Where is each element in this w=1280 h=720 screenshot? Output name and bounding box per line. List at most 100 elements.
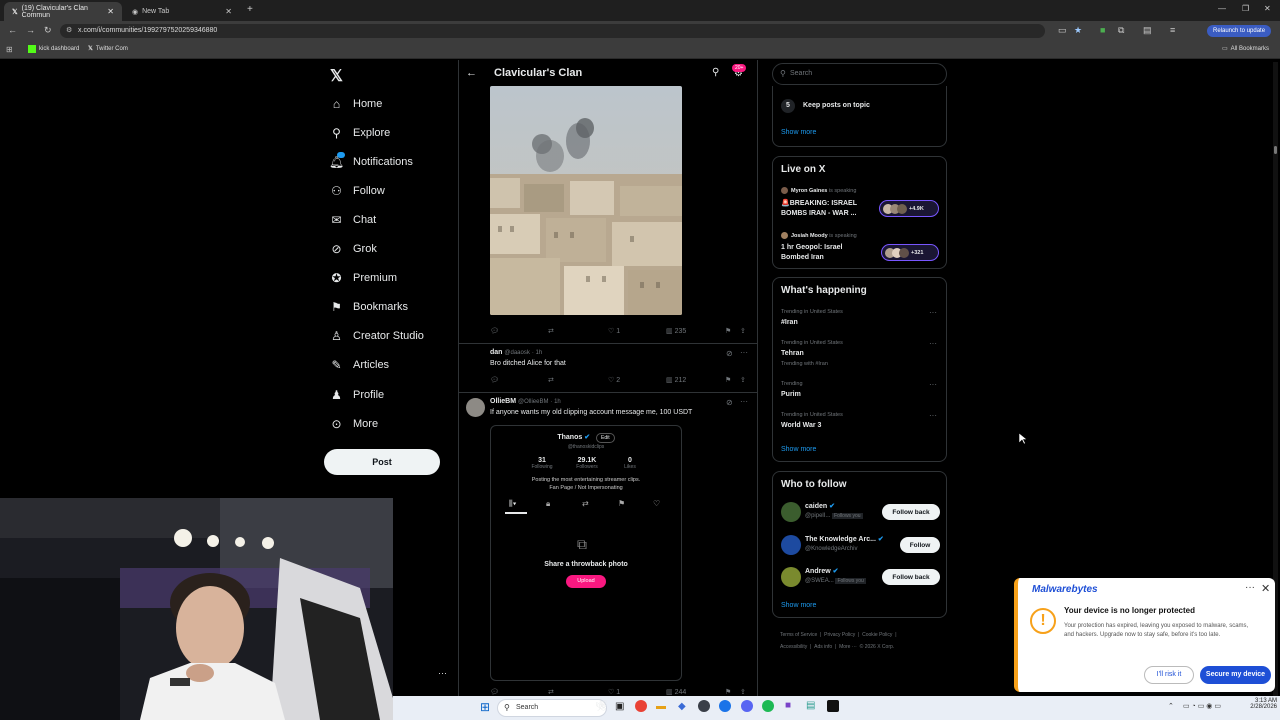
sidebar-item-profile[interactable]: ♟ Profile [330, 383, 384, 407]
live-title[interactable]: 🚨BREAKING: ISRAEL BOMBS IRAN - WAR ... [781, 199, 857, 219]
sidebar-item-notifications[interactable]: 🔔︎ Notifications [329, 150, 413, 174]
relaunch-button[interactable]: Relaunch to update [1207, 25, 1272, 37]
sidebar-item-more[interactable]: ⊙ More [330, 412, 378, 436]
tray-chevron-icon[interactable]: ⌃ [1168, 702, 1174, 710]
tray-icons[interactable]: ▭ ◔ ▭ ◉ ▭ [1183, 702, 1221, 710]
post-button[interactable]: Post [324, 449, 440, 475]
more-options-icon[interactable]: ··· [929, 380, 937, 389]
repost-icon[interactable]: ⇄ [548, 688, 554, 696]
more-options-icon[interactable]: ··· [929, 411, 937, 420]
puzzle-icon[interactable]: ⧉ [1118, 25, 1124, 36]
sidebar-item-home[interactable]: ⌂ Home [330, 92, 382, 116]
like-button[interactable]: ♡ 1 [608, 327, 620, 335]
close-tab-icon[interactable]: ✕ [107, 7, 114, 16]
reload-icon[interactable]: ↻ [44, 25, 52, 36]
views-button[interactable]: ▥ 212 [666, 376, 686, 384]
search-input[interactable]: ⚲ Search [772, 63, 947, 85]
live-listeners-pill[interactable]: +321 [881, 244, 939, 261]
close-tab-icon[interactable]: ✕ [225, 7, 232, 16]
repost-icon[interactable]: ⇄ [548, 376, 554, 384]
task-view-icon[interactable]: ▣ [615, 701, 624, 712]
bookmark-icon[interactable]: ⚑ [725, 688, 731, 696]
trend-name[interactable]: Purim [781, 391, 801, 398]
like-button[interactable]: ♡ 1 [608, 688, 620, 696]
footer-link[interactable]: Cookie Policy [862, 632, 892, 638]
sidebar-item-bookmarks[interactable]: ⚑ Bookmarks [330, 295, 408, 319]
post-author[interactable]: OllieBM [490, 398, 516, 405]
bookmark-icon[interactable]: ⚑ [725, 376, 731, 384]
trend-name[interactable]: #Iran [781, 319, 798, 326]
browser-tab[interactable]: ◉ New Tab ✕ [124, 2, 240, 21]
trend-name[interactable]: World War 3 [781, 422, 821, 429]
tab-search-icon[interactable]: ≡ [1170, 25, 1175, 35]
sidebar-item-chat[interactable]: ✉ Chat [330, 208, 376, 232]
star-icon[interactable]: ★ [1074, 25, 1082, 36]
repost-icon[interactable]: ⇄ [548, 327, 554, 335]
live-title[interactable]: 1 hr Geopol: Israel Bombed Iran [781, 243, 842, 263]
discord-icon[interactable] [741, 700, 753, 712]
minimize-icon[interactable]: — [1218, 4, 1226, 13]
follow-button[interactable]: Follow [900, 537, 940, 553]
share-icon[interactable]: ⇪ [740, 376, 746, 384]
reply-icon[interactable]: 💬︎ [490, 376, 499, 384]
views-button[interactable]: ▥ 235 [666, 327, 686, 335]
trend-name[interactable]: Tehran [781, 350, 804, 357]
post-handle[interactable]: @OllieeBM [518, 399, 548, 405]
app-icon[interactable]: ◆ [678, 701, 686, 712]
app-icon[interactable]: ▤ [806, 700, 815, 711]
post-image[interactable] [490, 86, 682, 315]
app-icon[interactable]: ■ [785, 700, 791, 711]
show-more-link[interactable]: Show more [781, 446, 816, 453]
footer-link[interactable]: Terms of Service [780, 632, 817, 638]
url-field[interactable]: ⚙ x.com/i/communities/199279752025934688… [60, 24, 1045, 38]
footer-link[interactable]: Accessibility [780, 644, 807, 650]
all-bookmarks[interactable]: ▭ All Bookmarks [1222, 45, 1269, 53]
back-icon[interactable]: ← [8, 25, 17, 35]
chrome-icon[interactable] [635, 700, 647, 712]
more-options-icon[interactable]: ··· [1245, 582, 1255, 593]
more-options-icon[interactable]: ··· [929, 339, 937, 348]
apps-icon[interactable]: ⊞ [6, 45, 13, 54]
widgets-icon[interactable]: 🌿︎ [595, 701, 608, 712]
post-author[interactable]: dan [490, 349, 502, 356]
follow-back-button[interactable]: Follow back [882, 569, 940, 585]
secure-device-button[interactable]: Secure my device [1200, 666, 1271, 684]
close-window-icon[interactable]: ✕ [1264, 4, 1271, 13]
spotify-icon[interactable] [762, 700, 774, 712]
browser-icon[interactable] [719, 700, 731, 712]
follow-back-button[interactable]: Follow back [882, 504, 940, 520]
post-handle[interactable]: @daaosk [504, 350, 529, 356]
bookmark-item[interactable]: kick dashboard [28, 45, 79, 53]
like-button[interactable]: ♡ 2 [608, 376, 620, 384]
new-tab-icon[interactable]: + [247, 4, 253, 15]
avatar[interactable] [781, 567, 801, 587]
sidebar-item-creator-studio[interactable]: ♙ Creator Studio [330, 324, 424, 348]
more-options-icon[interactable]: ··· [740, 397, 748, 406]
live-listeners-pill[interactable]: +4.9K [879, 200, 939, 217]
follow-user-name[interactable]: Andrew ✔ [805, 567, 839, 575]
maximize-icon[interactable]: ❐ [1242, 4, 1249, 13]
views-button[interactable]: ▥ 244 [666, 688, 686, 696]
terminal-icon[interactable] [827, 700, 839, 712]
show-more-link[interactable]: Show more [781, 602, 816, 609]
risk-it-button[interactable]: I'll risk it [1144, 666, 1194, 684]
sidebar-item-premium[interactable]: ✪ Premium [330, 266, 397, 290]
system-clock[interactable]: 3:13 AM 2/28/2026 [1241, 698, 1277, 710]
sidepanel-icon[interactable]: ▤ [1143, 25, 1152, 36]
grok-icon[interactable]: ⊘ [726, 398, 733, 407]
share-icon[interactable]: ⇪ [740, 327, 746, 335]
grok-icon[interactable]: ⊘ [726, 349, 733, 358]
more-options-icon[interactable]: ··· [929, 308, 937, 317]
follow-user-name[interactable]: The Knowledge Arc... ✔ [805, 535, 884, 543]
sidebar-item-follow[interactable]: ⚇ Follow [330, 179, 385, 203]
post-image[interactable]: Thanos ✔ Edit @thanoskidclips 31 Followin… [490, 425, 682, 681]
sidebar-item-articles[interactable]: ✎ Articles [330, 353, 389, 377]
taskbar-search[interactable]: ⚲ Search [497, 699, 607, 717]
x-logo-icon[interactable]: 𝕏 [330, 66, 343, 86]
browser-tab[interactable]: 𝕏 (19) Clavicular's Clan Commun ✕ [4, 2, 122, 21]
scrollbar-thumb[interactable] [1274, 146, 1277, 154]
cast-icon[interactable]: ▭ [1058, 25, 1067, 36]
windows-start-icon[interactable]: ⊞ [480, 700, 490, 714]
footer-link[interactable]: More ··· [839, 644, 857, 650]
avatar[interactable] [781, 535, 801, 555]
